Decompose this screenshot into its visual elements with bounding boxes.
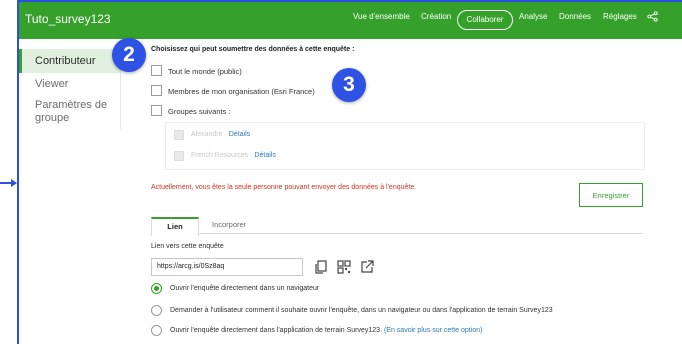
sidebar: Contributeur Viewer Paramètres de groupe: [19, 39, 120, 344]
sidebar-item-viewer[interactable]: Viewer: [19, 75, 120, 93]
app-title: Tuto_survey123: [25, 12, 111, 26]
link-label: Lien vers cette enquête: [151, 243, 224, 250]
permissions-heading: Choisissez qui peut soumettre des donnée…: [151, 46, 355, 53]
copy-icon[interactable]: [313, 259, 329, 275]
nav-analyze[interactable]: Analyse: [519, 12, 547, 21]
radio-open-browser-label: Ouvrir l'enquête directement dans un nav…: [170, 285, 320, 292]
checkbox-public[interactable]: [151, 65, 162, 76]
nav-settings[interactable]: Réglages: [603, 12, 637, 21]
sidebar-item-contributor[interactable]: Contributeur: [19, 49, 120, 73]
group-name: Alexandre · Détails: [191, 131, 251, 138]
survey-url-field[interactable]: https://arcg.is/0Sz8aq: [151, 258, 303, 276]
nav-data[interactable]: Données: [559, 12, 591, 21]
group-details-link[interactable]: Détails: [254, 152, 275, 159]
radio-open-field-app-label: Ouvrir l'enquête directement dans l'appl…: [170, 327, 483, 334]
tab-embed[interactable]: Incorporer: [212, 217, 246, 233]
radio-open-field-app[interactable]: [151, 325, 162, 336]
radio-open-browser[interactable]: [151, 283, 162, 294]
radio-ask-user-label: Demander à l'utilisateur comment il souh…: [170, 307, 553, 314]
learn-more-link[interactable]: (En savoir plus sur cette option): [384, 327, 482, 334]
checkbox-organization-label: Membres de mon organisation (Esri France…: [168, 87, 315, 96]
step-badge-2: 2: [112, 38, 146, 72]
checkbox-groups-label: Groupes suivants :: [168, 107, 231, 116]
share-icon[interactable]: [647, 11, 658, 22]
arrow-right-icon: [0, 179, 17, 187]
checkbox-public-label: Tout le monde (public): [168, 67, 242, 76]
group-details-link[interactable]: Détails: [229, 131, 250, 138]
nav-collaborate[interactable]: Collaborer: [457, 10, 513, 30]
nav-overview[interactable]: Vue d'ensemble: [353, 12, 410, 21]
checkbox-groups[interactable]: [151, 105, 162, 116]
sidebar-item-group-settings[interactable]: Paramètres de: [19, 98, 120, 112]
open-external-icon[interactable]: [359, 259, 375, 275]
warning-message: Actuellement, vous êtes la seule personn…: [151, 184, 417, 191]
nav-create[interactable]: Création: [421, 12, 451, 21]
checkbox-organization[interactable]: [151, 85, 162, 96]
radio-ask-user[interactable]: [151, 305, 162, 316]
group-checkbox[interactable]: [174, 130, 184, 140]
sidebar-item-group-settings-line2[interactable]: groupe: [19, 111, 120, 125]
tabs-divider: [151, 233, 643, 234]
group-checkbox[interactable]: [174, 151, 184, 161]
tab-link[interactable]: Lien: [151, 217, 199, 236]
qr-code-icon[interactable]: [336, 259, 352, 275]
group-name: French Resources · Détails: [191, 152, 276, 159]
step-badge-3: 3: [332, 68, 366, 102]
top-bar: Tuto_survey123 Vue d'ensemble Création C…: [19, 2, 682, 39]
groups-list: Alexandre · Détails French Resources · D…: [165, 122, 645, 170]
save-button[interactable]: Enregistrer: [579, 183, 643, 207]
